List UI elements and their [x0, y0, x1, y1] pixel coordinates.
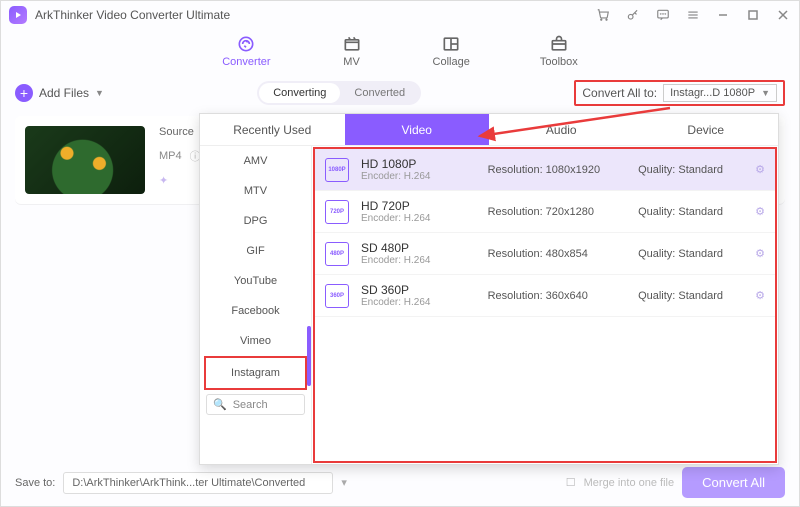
- scrollbar-thumb[interactable]: [307, 326, 311, 386]
- tab-converted[interactable]: Converted: [340, 83, 419, 103]
- nav-label: Collage: [433, 56, 470, 68]
- format-row[interactable]: 720P HD 720PEncoder: H.264 Resolution: 7…: [315, 191, 775, 233]
- format-name: SD 360P: [361, 283, 476, 297]
- conversion-tabs: Converting Converted: [257, 81, 421, 105]
- gear-icon[interactable]: ⚙: [755, 247, 765, 260]
- wand-icon[interactable]: ✦: [159, 174, 201, 187]
- nav-label: Converter: [222, 56, 270, 68]
- format-name: HD 720P: [361, 199, 476, 213]
- tab-video[interactable]: Video: [345, 114, 490, 145]
- format-icon: 480P: [325, 242, 349, 266]
- cart-icon[interactable]: [595, 7, 611, 23]
- format-quality: Quality: Standard: [638, 248, 743, 260]
- format-icon: 1080P: [325, 158, 349, 182]
- key-icon[interactable]: [625, 7, 641, 23]
- merge-label: Merge into one file: [584, 477, 675, 489]
- folder-icon[interactable]: ▾: [341, 476, 347, 489]
- format-resolution: Resolution: 480x854: [488, 248, 626, 260]
- search-icon: 🔍: [213, 398, 227, 411]
- add-files-label: Add Files: [39, 86, 89, 100]
- category-facebook[interactable]: Facebook: [200, 296, 311, 326]
- nav-collage[interactable]: Collage: [433, 35, 470, 68]
- format-encoder: Encoder: H.264: [361, 171, 476, 182]
- search-input[interactable]: 🔍 Search: [206, 394, 305, 415]
- nav-mv[interactable]: MV: [341, 35, 363, 68]
- tab-device[interactable]: Device: [634, 114, 779, 145]
- format-icon: 360P: [325, 284, 349, 308]
- menu-icon[interactable]: [685, 7, 701, 23]
- format-name: SD 480P: [361, 241, 476, 255]
- category-amv[interactable]: AMV: [200, 146, 311, 176]
- chevron-down-icon: ▼: [95, 88, 104, 98]
- format-name: HD 1080P: [361, 157, 476, 171]
- gear-icon[interactable]: ⚙: [755, 205, 765, 218]
- app-window: ArkThinker Video Converter Ultimate Conv…: [0, 0, 800, 507]
- convert-all-label: Convert All to:: [582, 86, 657, 100]
- collage-icon: [440, 35, 462, 53]
- toolbox-icon: [548, 35, 570, 53]
- format-encoder: Encoder: H.264: [361, 255, 476, 266]
- category-vimeo[interactable]: Vimeo: [200, 326, 311, 356]
- plus-icon: +: [15, 84, 33, 102]
- main-nav: Converter MV Collage Toolbox: [1, 29, 799, 76]
- convert-all-dropdown[interactable]: Instagr...D 1080P ▼: [663, 84, 777, 102]
- format-resolution: Resolution: 360x640: [488, 290, 626, 302]
- source-label: Source: [159, 126, 201, 138]
- maximize-icon[interactable]: [745, 7, 761, 23]
- format-resolution: Resolution: 720x1280: [488, 206, 626, 218]
- format-quality: Quality: Standard: [638, 206, 743, 218]
- nav-label: MV: [343, 56, 360, 68]
- mv-icon: [341, 35, 363, 53]
- format-quality: Quality: Standard: [638, 290, 743, 302]
- format-quality: Quality: Standard: [638, 164, 743, 176]
- save-path[interactable]: D:\ArkThinker\ArkThink...ter Ultimate\Co…: [63, 472, 333, 494]
- convert-all-value: Instagr...D 1080P: [670, 87, 755, 99]
- chevron-down-icon: ▼: [761, 88, 770, 98]
- gear-icon[interactable]: ⚙: [755, 289, 765, 302]
- gear-icon[interactable]: ⚙: [755, 163, 765, 176]
- format-encoder: Encoder: H.264: [361, 213, 476, 224]
- format-popup: Recently Used Video Audio Device AMV MTV…: [199, 113, 779, 465]
- format-row[interactable]: 360P SD 360PEncoder: H.264 Resolution: 3…: [315, 275, 775, 317]
- merge-checkbox[interactable]: ☐: [566, 476, 576, 489]
- minimize-icon[interactable]: [715, 7, 731, 23]
- save-to-label: Save to:: [15, 477, 55, 489]
- popup-tabs: Recently Used Video Audio Device: [200, 114, 778, 146]
- video-thumbnail[interactable]: [25, 126, 145, 194]
- nav-converter[interactable]: Converter: [222, 35, 270, 68]
- toolbar: + Add Files ▼ Converting Converted Conve…: [1, 76, 799, 112]
- app-logo-icon: [9, 6, 27, 24]
- convert-all-to: Convert All to: Instagr...D 1080P ▼: [574, 80, 785, 106]
- add-files-button[interactable]: + Add Files ▼: [15, 84, 104, 102]
- nav-label: Toolbox: [540, 56, 578, 68]
- search-placeholder: Search: [233, 399, 268, 411]
- format-row[interactable]: 1080P HD 1080PEncoder: H.264 Resolution:…: [315, 149, 775, 191]
- titlebar: ArkThinker Video Converter Ultimate: [1, 1, 799, 29]
- category-mtv[interactable]: MTV: [200, 176, 311, 206]
- close-icon[interactable]: [775, 7, 791, 23]
- category-youtube[interactable]: YouTube: [200, 266, 311, 296]
- bottom-bar: Save to: D:\ArkThinker\ArkThink...ter Ul…: [1, 467, 799, 498]
- feedback-icon[interactable]: [655, 7, 671, 23]
- nav-toolbox[interactable]: Toolbox: [540, 35, 578, 68]
- converter-icon: [235, 35, 257, 53]
- tab-audio[interactable]: Audio: [489, 114, 634, 145]
- tab-converting[interactable]: Converting: [259, 83, 340, 103]
- category-dpg[interactable]: DPG: [200, 206, 311, 236]
- format-list: 1080P HD 1080PEncoder: H.264 Resolution:…: [313, 147, 777, 463]
- category-list[interactable]: AMV MTV DPG GIF YouTube Facebook Vimeo I…: [200, 146, 312, 464]
- format-encoder: Encoder: H.264: [361, 297, 476, 308]
- app-title: ArkThinker Video Converter Ultimate: [35, 8, 230, 22]
- format-icon: 720P: [325, 200, 349, 224]
- format-row[interactable]: 480P SD 480PEncoder: H.264 Resolution: 4…: [315, 233, 775, 275]
- category-gif[interactable]: GIF: [200, 236, 311, 266]
- format-resolution: Resolution: 1080x1920: [488, 164, 626, 176]
- file-format: MP4: [159, 150, 182, 162]
- convert-all-button[interactable]: Convert All: [682, 467, 785, 498]
- tab-recently-used[interactable]: Recently Used: [200, 114, 345, 145]
- category-instagram[interactable]: Instagram: [204, 356, 307, 390]
